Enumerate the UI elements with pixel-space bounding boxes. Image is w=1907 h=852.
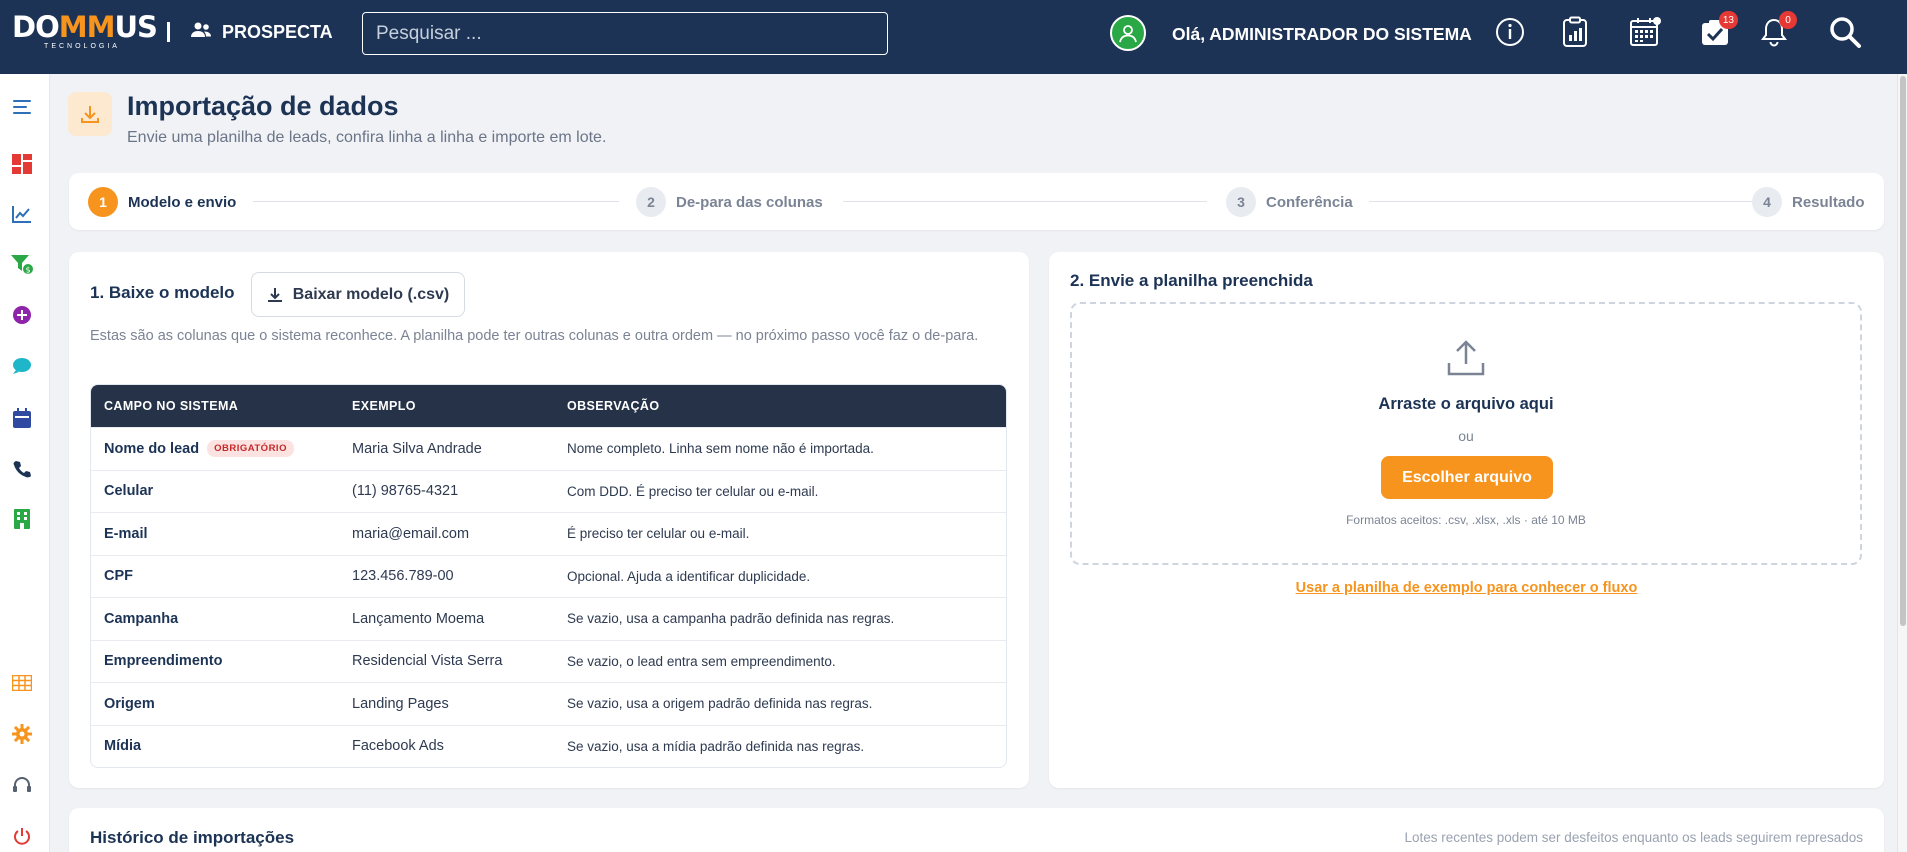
- module-name: PROSPECTA: [222, 22, 333, 42]
- download-template-button[interactable]: Baixar modelo (.csv): [251, 272, 465, 317]
- chart-line-icon[interactable]: [11, 203, 33, 225]
- add-circle-icon[interactable]: [11, 304, 33, 326]
- table-row: Celular (11) 98765-4321 Com DDD. É preci…: [91, 469, 1006, 513]
- fields-table: CAMPO NO SISTEMA EXEMPLO OBSERVAÇÃO Nome…: [90, 384, 1007, 768]
- download-small-icon: [267, 287, 282, 302]
- template-section-title: 1. Baixe o modelo: [90, 283, 235, 302]
- import-stepper: 1 Modelo e envio 2 De-para das colunas 3…: [69, 173, 1884, 230]
- bell-icon[interactable]: 0: [1757, 11, 1797, 49]
- clipboard-report-icon[interactable]: [1558, 15, 1592, 49]
- choose-file-button[interactable]: Escolher arquivo: [1381, 456, 1553, 499]
- template-description: Estas são as colunas que o sistema recon…: [90, 328, 979, 344]
- notifications-badge: 0: [1779, 11, 1797, 29]
- table-header: CAMPO NO SISTEMA EXEMPLO OBSERVAÇÃO: [91, 385, 1006, 427]
- download-icon: [68, 92, 112, 136]
- tasks-badge: 13: [1718, 11, 1738, 29]
- users-icon: [190, 21, 212, 44]
- step-template-upload[interactable]: 1 Modelo e envio: [88, 187, 236, 217]
- funnel-money-icon[interactable]: $: [11, 253, 33, 275]
- table-row: E-mail maria@email.com É preciso ter cel…: [91, 512, 1006, 555]
- upload-icon: [1446, 339, 1486, 382]
- chat-icon[interactable]: [11, 355, 33, 377]
- building-icon[interactable]: [11, 508, 33, 530]
- menu-icon[interactable]: [11, 96, 33, 118]
- page-subtitle: Envie uma planilha de leads, confira lin…: [127, 129, 607, 146]
- step-connector: [253, 201, 619, 202]
- user-avatar[interactable]: [1110, 15, 1146, 51]
- step-column-mapping[interactable]: 2 De-para das colunas: [636, 187, 823, 217]
- accepted-formats: Formatos aceitos: .csv, .xlsx, .xls · at…: [1346, 513, 1586, 527]
- calendar-side-icon[interactable]: [11, 407, 33, 429]
- step-result[interactable]: 4 Resultado: [1752, 187, 1865, 217]
- page-scrollbar[interactable]: [1897, 74, 1907, 852]
- svg-text:$: $: [25, 266, 30, 275]
- scrollbar-thumb[interactable]: [1900, 76, 1906, 626]
- dropzone-title: Arraste o arquivo aqui: [1378, 395, 1554, 413]
- info-icon[interactable]: [1493, 15, 1527, 49]
- tasks-icon[interactable]: 13: [1698, 11, 1738, 49]
- module-selector[interactable]: PROSPECTA: [190, 21, 333, 44]
- calendar-icon[interactable]: [1628, 15, 1662, 49]
- user-greeting: Olá, ADMINISTRADOR DO SISTEMA: [1172, 24, 1472, 44]
- table-row: Campanha Lançamento Moema Se vazio, usa …: [91, 597, 1006, 640]
- history-card: Histórico de importações Lotes recentes …: [69, 808, 1884, 852]
- top-bar: DOMMUS TECNOLOGIA PROSPECTA Olá, ADMINIS…: [0, 0, 1907, 74]
- upload-card: 2. Envie a planilha preenchida Arraste o…: [1049, 252, 1884, 788]
- dommus-logo[interactable]: DOMMUS TECNOLOGIA: [12, 12, 162, 56]
- sample-spreadsheet-link[interactable]: Usar a planilha de exemplo para conhecer…: [1049, 580, 1884, 596]
- table-row: Mídia Facebook Ads Se vazio, usa a mídia…: [91, 724, 1006, 768]
- power-icon[interactable]: [11, 825, 33, 847]
- user-icon: [1119, 25, 1137, 43]
- search-input[interactable]: [362, 12, 888, 55]
- table-row: Empreendimento Residencial Vista Serra S…: [91, 639, 1006, 683]
- global-search-icon[interactable]: [1828, 15, 1862, 49]
- table-grid-icon[interactable]: [11, 672, 33, 694]
- page-title: Importação de dados: [127, 91, 399, 121]
- upload-section-title: 2. Envie a planilha preenchida: [1070, 271, 1313, 290]
- history-note: Lotes recentes podem ser desfeitos enqua…: [1404, 830, 1863, 845]
- logo-separator: [167, 22, 170, 42]
- dashboard-icon[interactable]: [11, 153, 33, 175]
- history-title: Histórico de importações: [90, 828, 295, 847]
- sidebar: $: [0, 74, 50, 852]
- step-connector: [1369, 201, 1755, 202]
- dropzone-or: ou: [1458, 428, 1474, 444]
- step-connector: [843, 201, 1207, 202]
- file-dropzone[interactable]: Arraste o arquivo aqui ou Escolher arqui…: [1070, 302, 1862, 565]
- headset-icon[interactable]: [11, 774, 33, 796]
- table-row: Nome do lead OBRIGATÓRIO Maria Silva Andr…: [91, 427, 1006, 470]
- step-review[interactable]: 3 Conferência: [1226, 187, 1353, 217]
- template-card: 1. Baixe o modelo Baixar modelo (.csv) E…: [69, 252, 1029, 788]
- table-row: CPF 123.456.789-00 Opcional. Ajuda a ide…: [91, 554, 1006, 598]
- gear-icon[interactable]: [11, 723, 33, 745]
- required-badge: OBRIGATÓRIO: [207, 440, 294, 458]
- phone-icon[interactable]: [11, 458, 33, 480]
- table-row: Origem Landing Pages Se vazio, usa a ori…: [91, 682, 1006, 725]
